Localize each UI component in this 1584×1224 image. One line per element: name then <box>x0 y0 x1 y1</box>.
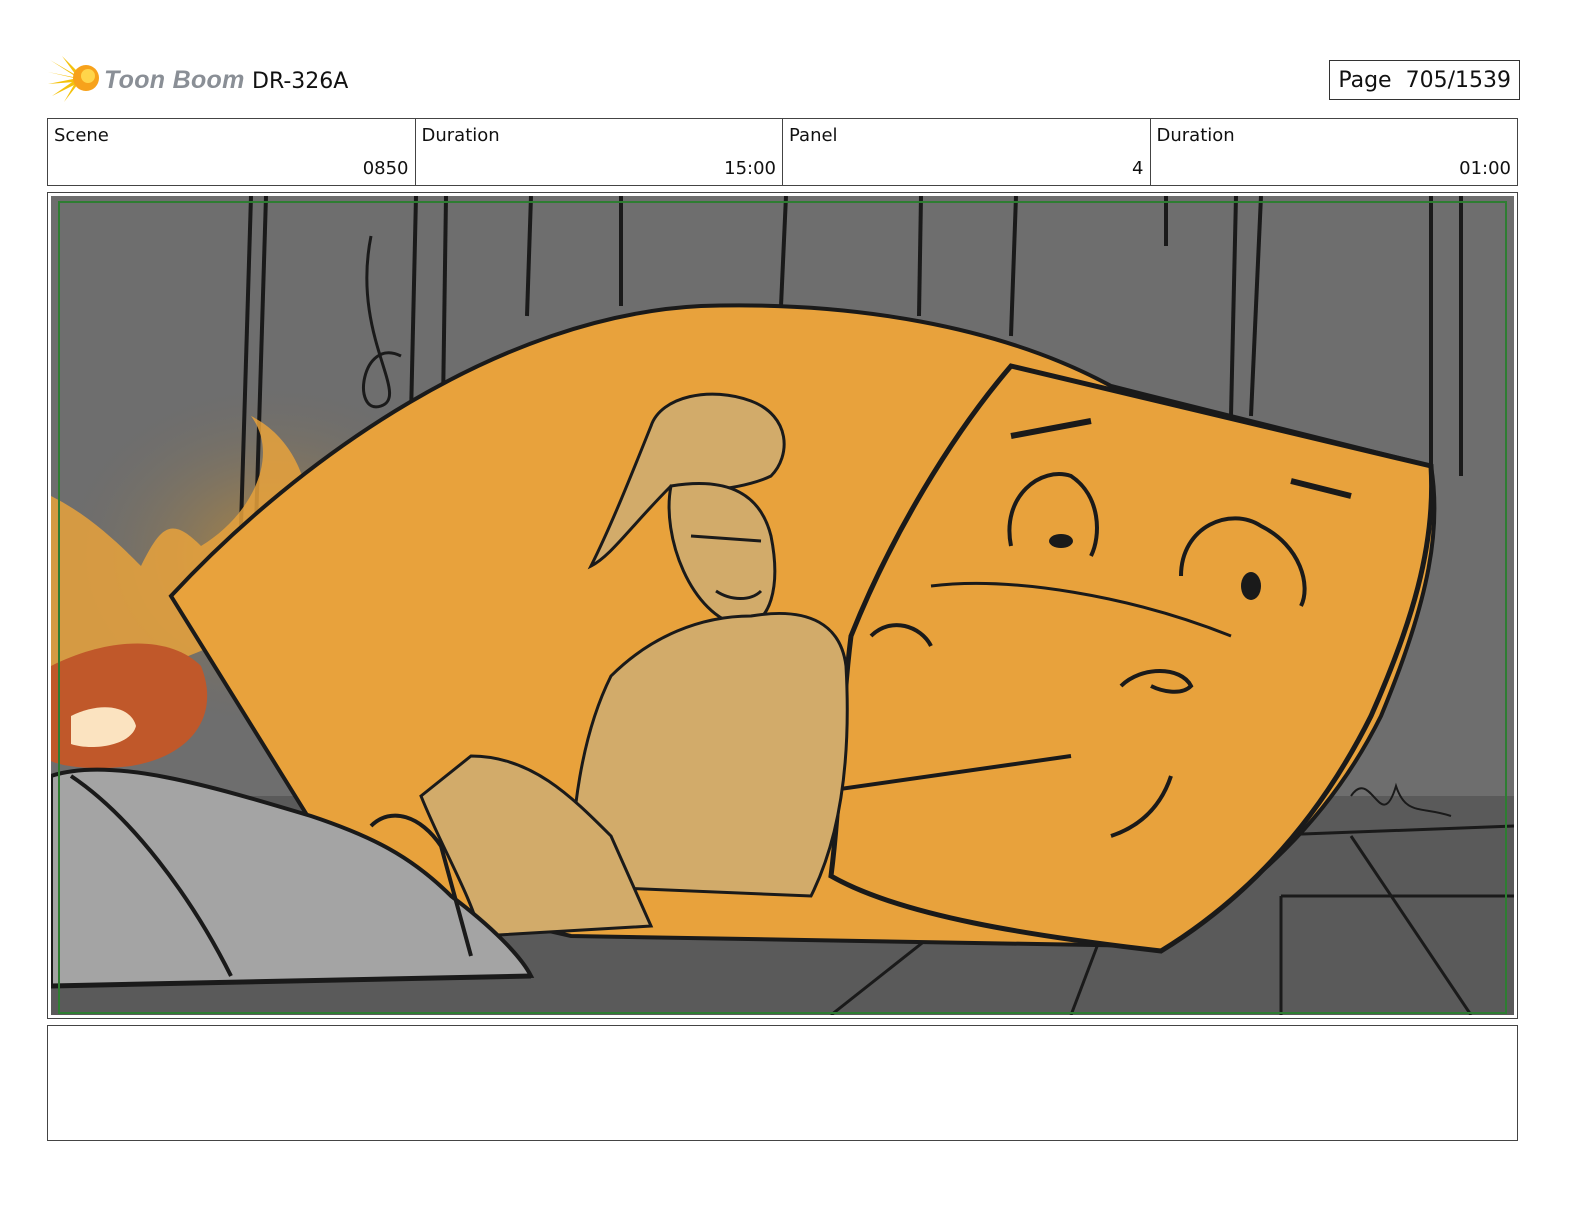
creature-right-pupil <box>1241 572 1261 600</box>
page-label: Page <box>1338 67 1392 93</box>
scene-duration-label: Duration <box>421 125 500 146</box>
scene-info-table: Scene 0850 Duration 15:00 Panel 4 Durati… <box>47 118 1518 186</box>
scene-label: Scene <box>54 125 109 146</box>
storyboard-panel <box>47 192 1518 1019</box>
project-id: DR-326A <box>252 69 349 94</box>
panel-artwork <box>51 196 1514 1015</box>
page-indicator: Page 705/1539 <box>1329 60 1520 100</box>
starburst-icon <box>48 56 99 102</box>
page-header: Toon Boom DR-326A Page 705/1539 <box>48 52 1520 108</box>
scene-value: 0850 <box>362 158 409 179</box>
storyboard-sketch <box>51 196 1514 1015</box>
panel-cell: Panel 4 <box>783 119 1151 185</box>
toon-boom-logo: Toon Boom <box>48 54 248 104</box>
scene-duration-value: 15:00 <box>724 158 776 179</box>
panel-duration-label: Duration <box>1156 125 1235 146</box>
panel-duration-value: 01:00 <box>1459 158 1511 179</box>
panel-label: Panel <box>789 125 838 146</box>
scene-cell: Scene 0850 <box>48 119 416 185</box>
scene-duration-cell: Duration 15:00 <box>416 119 783 185</box>
panel-value: 4 <box>1132 158 1144 179</box>
panel-duration-cell: Duration 01:00 <box>1151 119 1518 185</box>
creature-left-pupil <box>1049 534 1073 548</box>
logo-text: Toon Boom <box>104 66 245 94</box>
notes-box[interactable] <box>47 1025 1518 1141</box>
page-value: 705/1539 <box>1405 67 1511 93</box>
